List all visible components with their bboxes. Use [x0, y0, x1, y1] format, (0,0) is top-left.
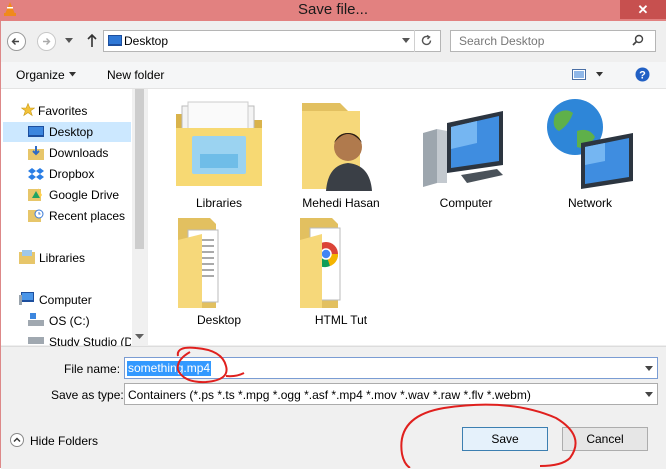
red-annotation-overlay	[176, 346, 577, 468]
